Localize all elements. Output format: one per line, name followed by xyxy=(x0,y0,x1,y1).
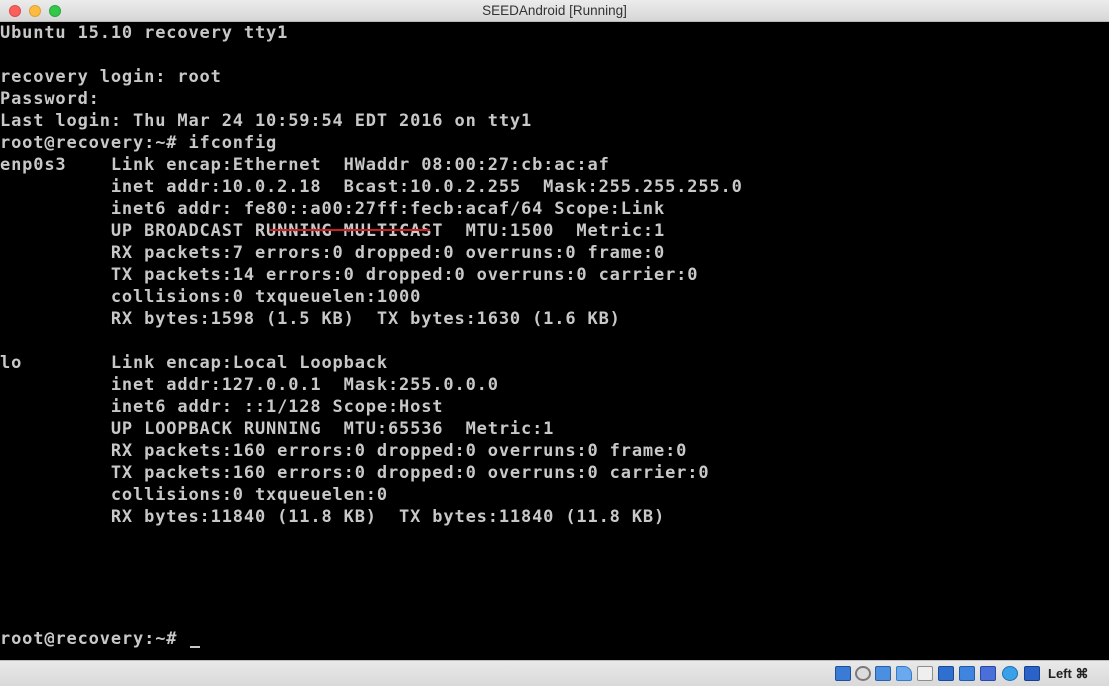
window-title: SEEDAndroid [Running] xyxy=(482,3,627,18)
terminal-line: root@recovery:~# ifconfig xyxy=(0,133,278,153)
hard-disk-icon[interactable] xyxy=(835,666,851,681)
terminal-line: TX packets:14 errors:0 dropped:0 overrun… xyxy=(0,265,699,285)
terminal-line: inet6 addr: ::1/128 Scope:Host xyxy=(0,397,444,417)
terminal-line: UP BROADCAST RUNNING MULTICAST MTU:1500 … xyxy=(0,221,666,241)
terminal-line: Ubuntu 15.10 recovery tty1 xyxy=(0,23,289,43)
mouse-integration-icon[interactable] xyxy=(1002,666,1018,681)
screen-capture-icon[interactable] xyxy=(959,666,975,681)
virtualbox-window: SEEDAndroid [Running] Ubuntu 15.10 recov… xyxy=(0,0,1109,686)
terminal-line: recovery login: root xyxy=(0,67,222,87)
terminal-line: Last login: Thu Mar 24 10:59:54 EDT 2016… xyxy=(0,111,533,131)
terminal-prompt: root@recovery:~# xyxy=(0,629,189,649)
terminal-line: RX bytes:1598 (1.5 KB) TX bytes:1630 (1.… xyxy=(0,309,621,329)
display-icon[interactable] xyxy=(917,666,933,681)
terminal-line: inet addr:127.0.0.1 Mask:255.0.0.0 xyxy=(0,375,499,395)
shared-folders-icon[interactable] xyxy=(896,666,912,681)
optical-drive-icon[interactable] xyxy=(855,666,871,681)
terminal-line: RX bytes:11840 (11.8 KB) TX bytes:11840 … xyxy=(0,507,666,527)
terminal-line: RX packets:160 errors:0 dropped:0 overru… xyxy=(0,441,688,461)
keyboard-capture-icon[interactable] xyxy=(1024,666,1040,681)
terminal-line: TX packets:160 errors:0 dropped:0 overru… xyxy=(0,463,710,483)
terminal-prompt-line: root@recovery:~# xyxy=(0,628,201,650)
terminal-line: lo Link encap:Local Loopback xyxy=(0,353,388,373)
usb-icon[interactable] xyxy=(875,666,891,681)
terminal-line: collisions:0 txqueuelen:0 xyxy=(0,485,388,505)
terminal-line: enp0s3 Link encap:Ethernet HWaddr 08:00:… xyxy=(0,155,610,175)
title-bar[interactable]: SEEDAndroid [Running] xyxy=(0,0,1109,22)
vm-status-bar: Left ⌘ xyxy=(0,660,1109,686)
video-capture-icon[interactable] xyxy=(980,666,996,681)
ip-address-strikethrough xyxy=(270,229,430,231)
terminal-line: UP LOOPBACK RUNNING MTU:65536 Metric:1 xyxy=(0,419,555,439)
terminal-line: collisions:0 txqueuelen:1000 xyxy=(0,287,422,307)
terminal-line: inet6 addr: fe80::a00:27ff:fecb:acaf/64 … xyxy=(0,199,666,219)
terminal-line: RX packets:7 errors:0 dropped:0 overruns… xyxy=(0,243,666,263)
host-key-label: Left ⌘ xyxy=(1048,666,1089,681)
vm-console-screen[interactable]: Ubuntu 15.10 recovery tty1 recovery logi… xyxy=(0,22,1109,660)
terminal-cursor xyxy=(190,646,201,648)
terminal-line: Password: xyxy=(0,89,100,109)
network-icon[interactable] xyxy=(938,666,954,681)
terminal-line: inet addr:10.0.2.18 Bcast:10.0.2.255 Mas… xyxy=(0,177,743,197)
